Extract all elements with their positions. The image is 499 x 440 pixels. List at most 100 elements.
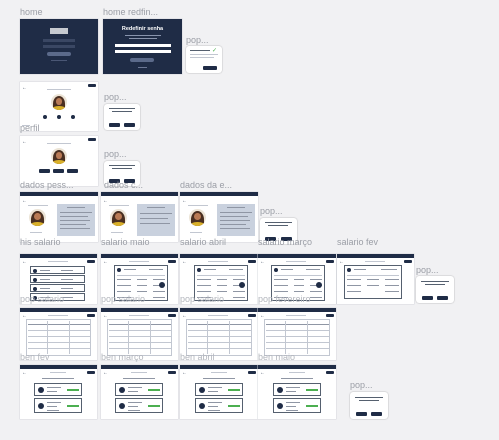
header-button[interactable]	[87, 371, 95, 374]
frame-label-pop-2: pop...	[104, 92, 127, 102]
header-button[interactable]	[326, 371, 334, 374]
personal-data-button[interactable]	[39, 169, 50, 173]
header-button[interactable]	[404, 260, 412, 263]
personal-data-icon[interactable]	[43, 115, 47, 119]
frame-label-ben-marco: ben março	[101, 352, 144, 362]
popup-confirm-button[interactable]	[124, 123, 135, 127]
popup-download[interactable]	[416, 276, 454, 303]
month-selector[interactable]	[203, 378, 235, 379]
login-button[interactable]	[47, 52, 71, 56]
popup-cancel-button[interactable]	[422, 296, 433, 300]
header-button[interactable]	[248, 314, 256, 317]
back-arrow-icon[interactable]: ←	[103, 260, 108, 265]
salario-fev-frame[interactable]: ←	[337, 254, 414, 304]
benefit-card[interactable]	[195, 398, 243, 413]
benefit-card[interactable]	[34, 398, 82, 413]
home-redefine-frame[interactable]: Redefinir senha	[103, 19, 182, 74]
password-field[interactable]	[43, 45, 75, 48]
top-bar	[180, 365, 258, 369]
dados-contato-frame[interactable]: ←	[101, 192, 178, 242]
header-button[interactable]	[88, 84, 96, 87]
back-arrow-icon[interactable]: ←	[22, 86, 27, 91]
benefit-card[interactable]	[195, 383, 243, 396]
back-arrow-icon[interactable]: ←	[103, 199, 108, 204]
month-selector[interactable]	[281, 378, 313, 379]
back-arrow-icon[interactable]: ←	[182, 371, 187, 376]
popup-ok-button[interactable]	[203, 66, 217, 70]
back-arrow-icon[interactable]: ←	[22, 140, 27, 145]
top-bar	[20, 365, 97, 369]
email-field[interactable]	[115, 44, 171, 47]
top-bar	[101, 308, 178, 312]
list-item[interactable]	[30, 266, 85, 274]
popup-cancel-button[interactable]	[356, 412, 367, 416]
list-item[interactable]	[30, 284, 85, 292]
popup-benefits[interactable]	[350, 392, 388, 419]
back-arrow-icon[interactable]: ←	[260, 260, 265, 265]
back-arrow-icon[interactable]: ←	[22, 371, 27, 376]
benefit-card[interactable]	[115, 383, 163, 396]
benefit-card[interactable]	[34, 383, 82, 396]
month-selector[interactable]	[123, 378, 155, 379]
popup-email-sent[interactable]: ✓	[186, 46, 222, 73]
forgot-link[interactable]	[51, 60, 67, 61]
beneficios-fev-frame[interactable]: ←	[20, 365, 97, 419]
perfil-menu-frame[interactable]: ←	[20, 136, 98, 186]
download-icon[interactable]	[239, 282, 245, 288]
back-arrow-icon[interactable]: ←	[260, 371, 265, 376]
header-button[interactable]	[248, 371, 256, 374]
avatar	[110, 209, 127, 226]
back-arrow-icon[interactable]: ←	[103, 371, 108, 376]
frame-label-his-salario: his salario	[20, 237, 61, 247]
popup-text	[265, 222, 292, 223]
dados-pessoais-frame[interactable]: ←	[20, 192, 98, 242]
beneficios-abril-frame[interactable]: ←	[180, 365, 258, 419]
header-button[interactable]	[168, 260, 176, 263]
list-item[interactable]	[30, 275, 85, 283]
logo	[50, 28, 68, 34]
payslip-table	[344, 265, 402, 299]
dados-empresa-frame[interactable]: ←	[180, 192, 258, 242]
download-icon[interactable]	[159, 282, 165, 288]
user-name	[111, 232, 123, 233]
beneficios-marco-frame[interactable]: ←	[101, 365, 178, 419]
header-button[interactable]	[326, 314, 334, 317]
beneficios-maio-frame[interactable]: ←	[258, 365, 336, 419]
benefit-card[interactable]	[273, 383, 321, 396]
benefit-card[interactable]	[115, 398, 163, 413]
popup-logout[interactable]	[104, 104, 140, 130]
login-field[interactable]	[43, 39, 75, 42]
benefit-card[interactable]	[273, 398, 321, 413]
month-selector[interactable]	[42, 378, 74, 379]
header-button[interactable]	[168, 371, 176, 374]
home-frame[interactable]	[20, 19, 98, 74]
back-arrow-icon[interactable]: ←	[22, 260, 27, 265]
frame-label-salario-fev: salario fev	[337, 237, 379, 247]
header-button[interactable]	[168, 314, 176, 317]
section-title	[109, 205, 129, 206]
company-data-icon[interactable]	[71, 115, 75, 119]
frame-label-row4-4: pop fevereiro	[258, 294, 311, 304]
header-button[interactable]	[88, 138, 96, 141]
popup-confirm-button[interactable]	[437, 296, 448, 300]
contact-data-button[interactable]	[53, 169, 64, 173]
company-data-button[interactable]	[67, 169, 78, 173]
back-arrow-icon[interactable]: ←	[182, 199, 187, 204]
header-button[interactable]	[326, 260, 334, 263]
frame-label-ben-fev: ben fev	[20, 352, 50, 362]
contact-data-icon[interactable]	[57, 115, 61, 119]
popup-text-2	[425, 284, 445, 285]
popup-cancel-button[interactable]	[109, 123, 120, 127]
top-bar	[101, 365, 178, 369]
back-arrow-icon[interactable]: ←	[22, 199, 27, 204]
download-icon[interactable]	[316, 282, 322, 288]
new-password-field[interactable]	[115, 50, 171, 53]
header-button[interactable]	[248, 260, 256, 263]
back-arrow-icon[interactable]: ←	[182, 260, 187, 265]
header-button[interactable]	[87, 314, 95, 317]
section-title	[208, 315, 228, 316]
redefine-button[interactable]	[130, 58, 154, 62]
header-button[interactable]	[87, 260, 95, 263]
back-link[interactable]	[138, 67, 147, 68]
popup-confirm-button[interactable]	[371, 412, 382, 416]
